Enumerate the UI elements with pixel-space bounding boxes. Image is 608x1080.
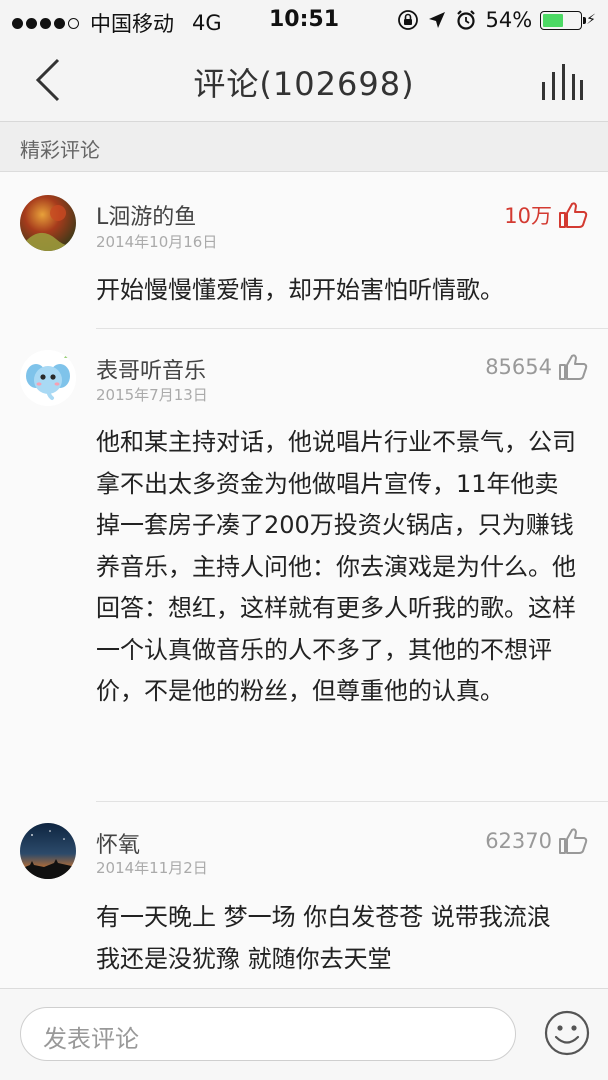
smiley-face-icon: [544, 1010, 590, 1056]
like-button[interactable]: 62370: [485, 827, 588, 855]
comment-item: L洄游的鱼 2014年10月16日 10万 开始慢慢懂爱情，却开始害怕听情歌。: [0, 173, 608, 329]
comment-text: 有一天晚上 梦一场 你白发苍苍 说带我流浪 我还是没犹豫 就随你去天堂: [96, 903, 551, 973]
user-name[interactable]: 表哥听音乐: [96, 353, 206, 385]
thumbs-up-icon: [558, 827, 588, 855]
avatar[interactable]: [20, 350, 76, 406]
thumbs-up-icon: [558, 353, 588, 381]
like-count: 62370: [485, 829, 552, 853]
section-header-hot-comments: 精彩评论: [0, 122, 608, 172]
battery-percent: 54%: [485, 8, 533, 32]
thumbs-up-icon: [558, 201, 588, 229]
status-right: 54% ⚡: [389, 8, 596, 32]
like-count: 10万: [504, 204, 552, 228]
comment-input[interactable]: 发表评论: [20, 1007, 516, 1061]
comment-date: 2014年11月2日: [96, 859, 208, 877]
comment-date: 2014年10月16日: [96, 233, 218, 251]
now-playing-bars-icon: [542, 64, 583, 100]
like-button[interactable]: 85654: [485, 353, 588, 381]
comment-text: 他和某主持对话，他说唱片行业不景气，公司拿不出太多资金为他做唱片宣传，11年他卖…: [96, 428, 576, 705]
navigation-bar: 评论(102698): [0, 40, 608, 122]
location-arrow-icon: [427, 10, 447, 30]
comment-input-bar: 发表评论: [0, 988, 608, 1080]
battery-icon: [540, 10, 587, 30]
comment-text: 开始慢慢懂爱情，却开始害怕听情歌。: [96, 276, 504, 304]
comment-item: 表哥听音乐 2015年7月13日 85654 他和某主持对话，他说唱片行业不景气…: [0, 330, 608, 802]
comment-date: 2015年7月13日: [96, 386, 208, 404]
charging-bolt-icon: ⚡: [586, 12, 596, 28]
comment-item: 怀氧 2014年11月2日 62370 有一天晚上 梦一场 你白发苍苍 说带我流…: [0, 803, 608, 988]
user-name[interactable]: L洄游的鱼: [96, 199, 196, 231]
divider: [96, 801, 608, 802]
page-title: 评论(102698): [193, 65, 415, 103]
orientation-lock-icon: [397, 9, 419, 31]
like-count: 85654: [485, 355, 552, 379]
divider: [96, 328, 608, 329]
avatar[interactable]: [20, 195, 76, 251]
avatar[interactable]: [20, 823, 76, 879]
alarm-clock-icon: [455, 9, 477, 31]
status-bar: 中国移动 4G 10:51 54% ⚡: [0, 0, 608, 40]
emoji-button[interactable]: [543, 1009, 591, 1057]
now-playing-button[interactable]: [540, 60, 584, 102]
like-button[interactable]: 10万: [504, 200, 588, 230]
user-name[interactable]: 怀氧: [96, 827, 140, 859]
